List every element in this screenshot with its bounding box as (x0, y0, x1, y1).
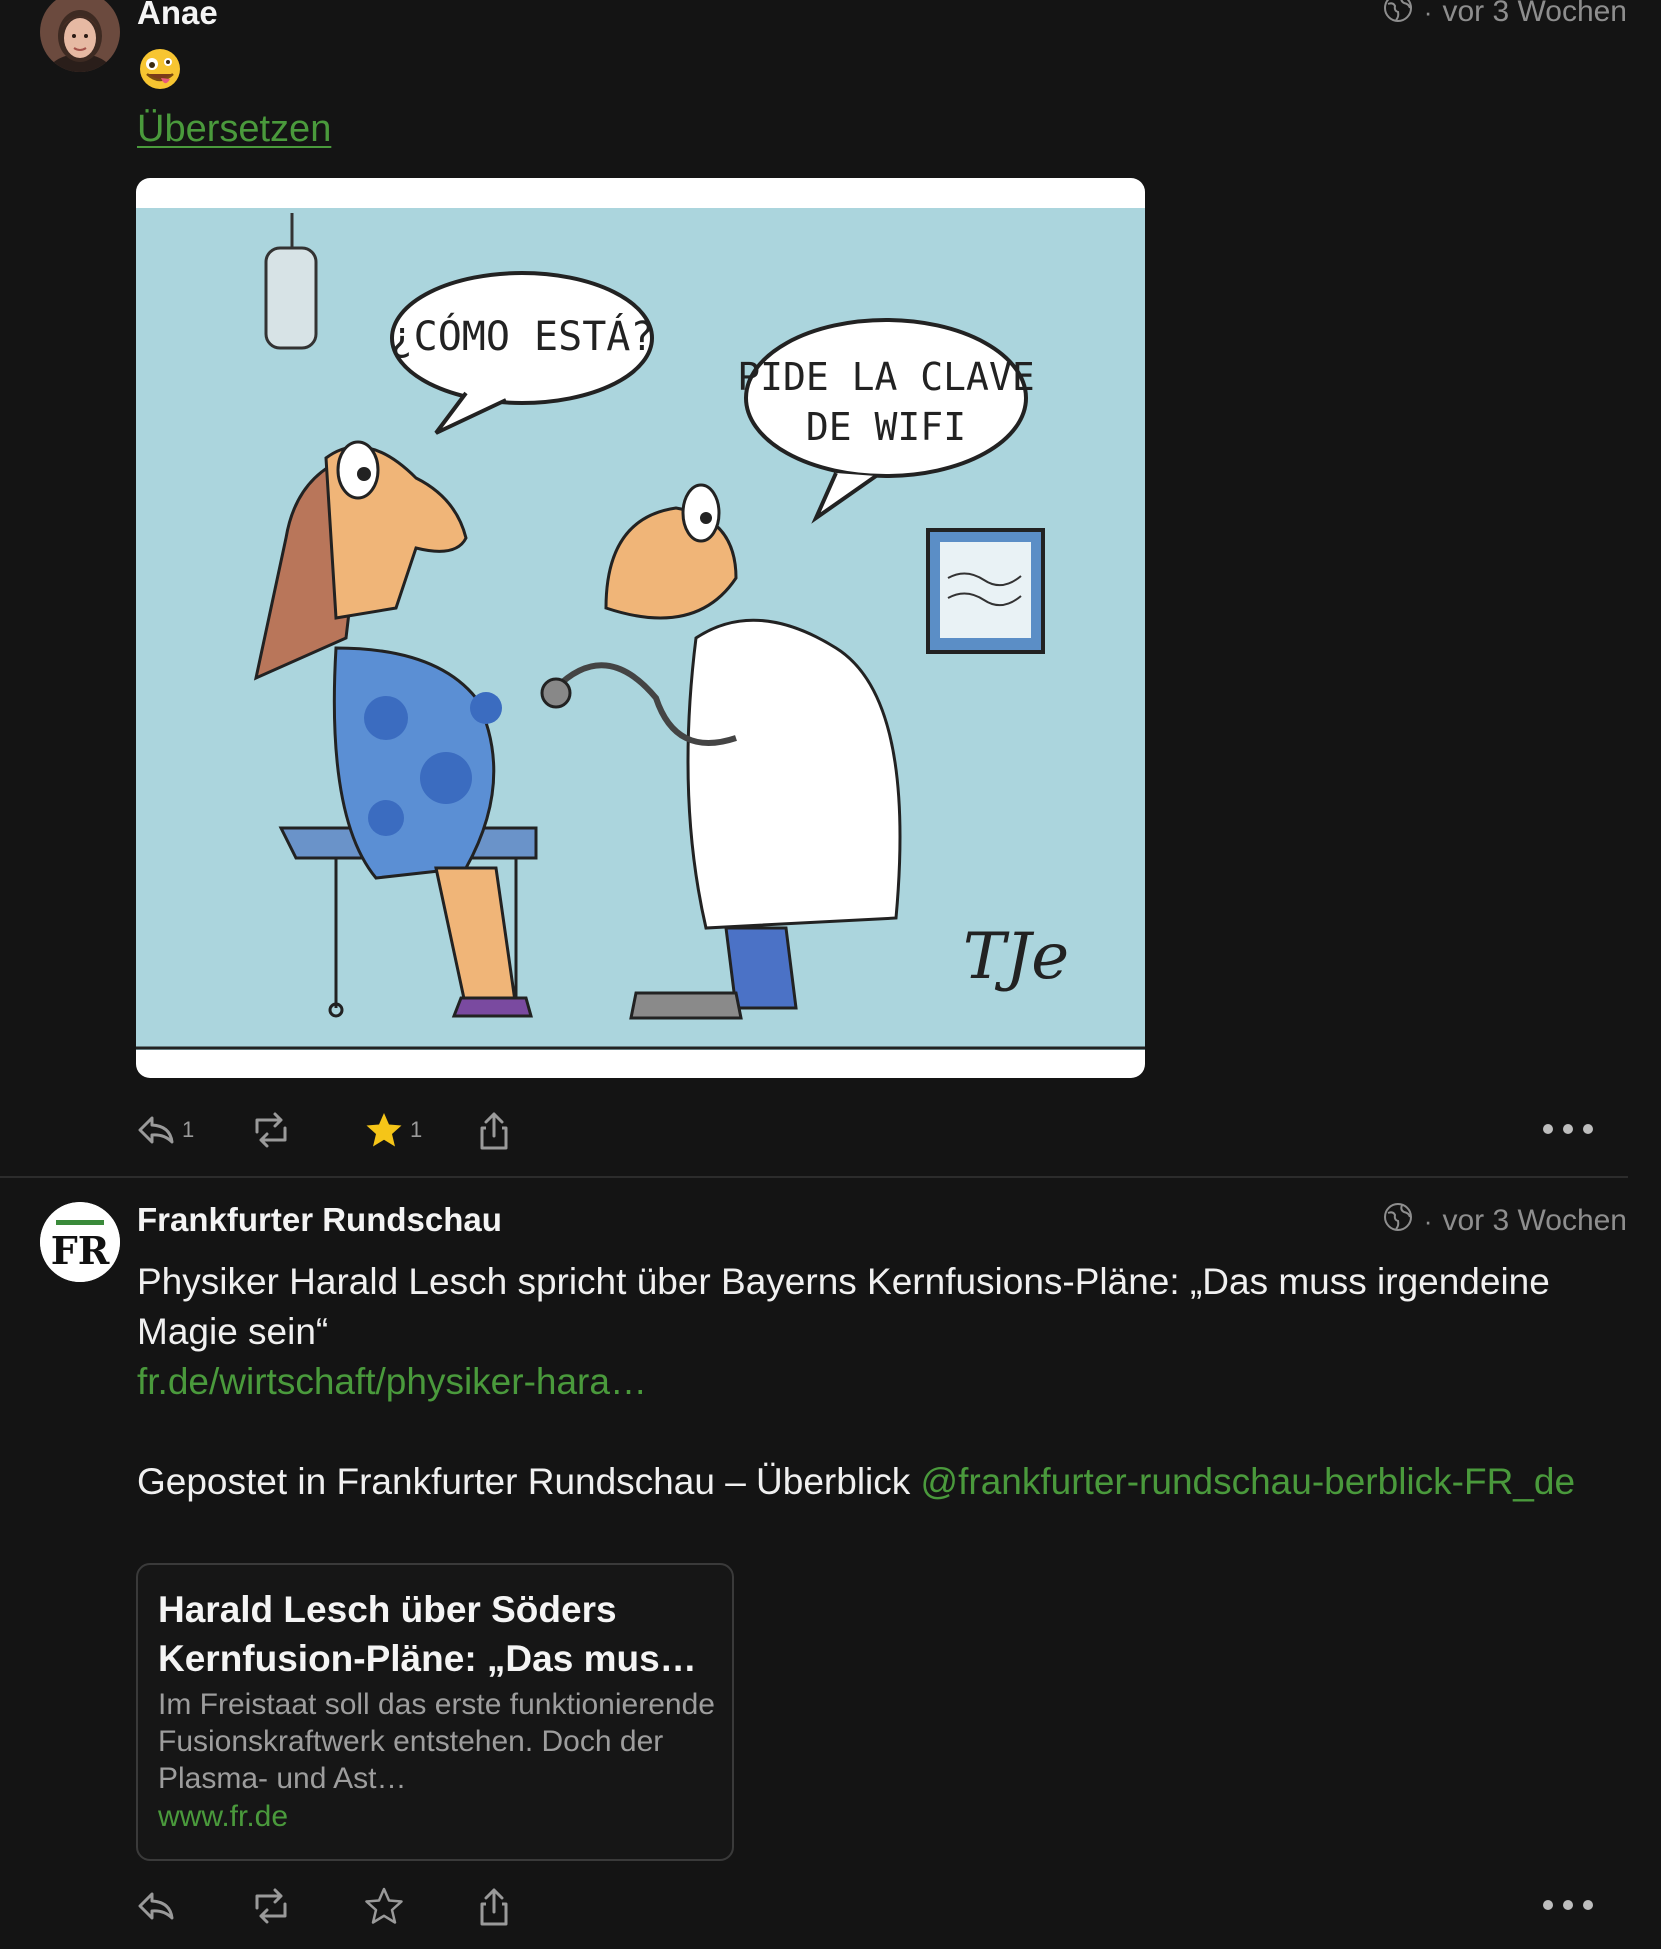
ellipsis-icon (1542, 1122, 1594, 1136)
reply-count: 1 (182, 1117, 195, 1142)
avatar[interactable]: FR (40, 1202, 120, 1282)
post-anae[interactable]: Anae · vor 3 Wochen Übersetzen ¿CÓMO EST… (0, 0, 1661, 1177)
meta-separator: · (1423, 1205, 1433, 1236)
favourite-count: 1 (410, 1117, 423, 1142)
post-actions: 1 1 (0, 1102, 1661, 1162)
avatar[interactable] (40, 0, 120, 72)
post-meta: · vor 3 Wochen (1382, 1201, 1627, 1241)
card-description: Im Freistaat soll das erste funktioniere… (158, 1688, 715, 1795)
meta-separator: · (1423, 0, 1433, 27)
share-icon (476, 1886, 512, 1928)
timeline-feed: Anae · vor 3 Wochen Übersetzen ¿CÓMO EST… (0, 0, 1661, 1949)
article-link[interactable]: fr.de/wirtschaft/physiker-hara… (137, 1361, 647, 1402)
globe-icon (1382, 0, 1414, 32)
post-content: Physiker Harald Lesch spricht über Bayer… (137, 1257, 1637, 1507)
bubble-left-text: ¿CÓMO ESTÁ? (390, 312, 655, 360)
card-title: Harald Lesch über Söders Kernfusion-Plän… (158, 1589, 697, 1679)
post-actions (0, 1878, 1661, 1938)
author-name[interactable]: Anae (137, 0, 218, 32)
posted-in-text: Gepostet in Frankfurter Rundschau – Über… (137, 1461, 921, 1502)
boost-icon (249, 1886, 293, 1926)
share-button[interactable] (476, 1110, 512, 1152)
author-name[interactable]: Frankfurter Rundschau (137, 1201, 502, 1239)
boost-button[interactable] (249, 1110, 299, 1150)
post-time[interactable]: vor 3 Wochen (1442, 1204, 1627, 1238)
boost-icon (249, 1110, 293, 1150)
share-icon (476, 1110, 512, 1152)
star-outline-icon (364, 1886, 404, 1926)
link-preview-card[interactable]: Harald Lesch über Söders Kernfusion-Plän… (136, 1563, 734, 1861)
bubble-right-line1: PIDE LA CLAVE (737, 355, 1034, 399)
card-domain: www.fr.de (158, 1800, 289, 1833)
post-time[interactable]: vor 3 Wochen (1442, 0, 1627, 29)
translate-link[interactable]: Übersetzen (137, 108, 331, 151)
post-frankfurter-rundschau[interactable]: FR Frankfurter Rundschau · vor 3 Wochen … (0, 1177, 1661, 1949)
more-options-button[interactable] (1542, 1898, 1594, 1912)
reply-icon (136, 1110, 176, 1150)
reply-button[interactable] (136, 1886, 176, 1926)
mention-link[interactable]: @frankfurter-rundschau-berblick-FR_de (921, 1461, 1575, 1502)
boost-button[interactable] (249, 1886, 293, 1926)
favourite-button[interactable] (364, 1886, 404, 1926)
reply-button[interactable]: 1 (136, 1110, 194, 1150)
share-button[interactable] (476, 1886, 512, 1928)
bubble-right-line2: DE WIFI (806, 405, 966, 449)
post-image-cartoon[interactable]: ¿CÓMO ESTÁ? PIDE LA CLAVE DE WIFI TJe (136, 178, 1145, 1078)
svg-text:FR: FR (51, 1228, 110, 1273)
post-text: Physiker Harald Lesch spricht über Bayer… (137, 1261, 1550, 1352)
posted-in-line: Gepostet in Frankfurter Rundschau – Über… (137, 1457, 1637, 1507)
reply-icon (136, 1886, 176, 1926)
cartoon-signature: TJe (963, 920, 1069, 994)
more-options-button[interactable] (1542, 1122, 1594, 1136)
star-filled-icon (364, 1110, 404, 1150)
post-meta: · vor 3 Wochen (1382, 0, 1627, 32)
globe-icon (1382, 1201, 1414, 1241)
favourite-button[interactable]: 1 (364, 1110, 422, 1150)
ellipsis-icon (1542, 1898, 1594, 1912)
zany-face-emoji (137, 46, 183, 92)
